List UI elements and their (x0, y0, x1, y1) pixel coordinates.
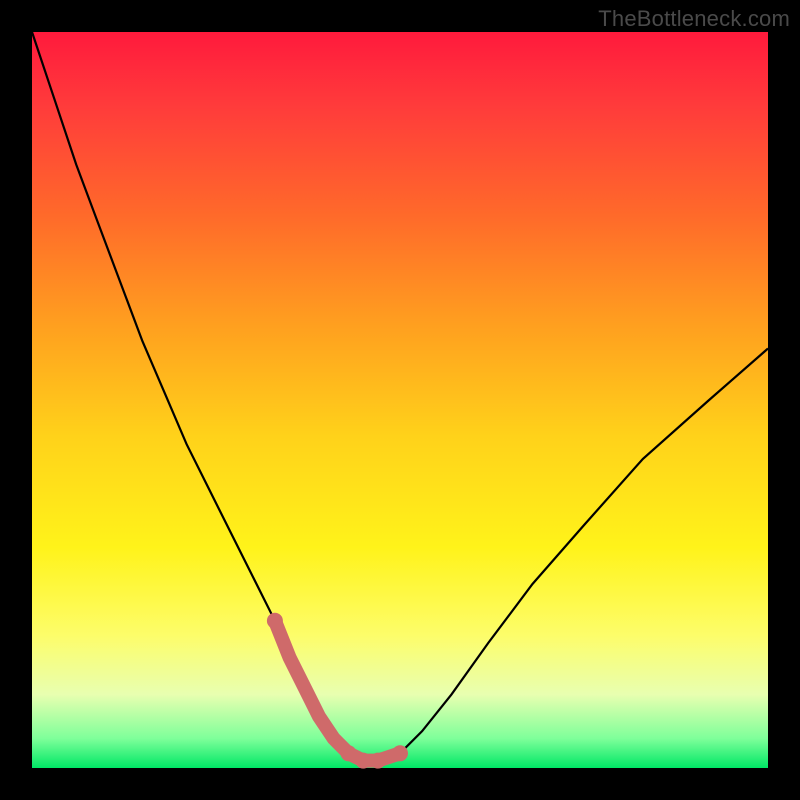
highlight-dot (392, 745, 408, 761)
watermark-text: TheBottleneck.com (598, 6, 790, 32)
curve-svg (32, 32, 768, 768)
highlight-dot (370, 753, 386, 769)
highlight-dot (341, 745, 357, 761)
bottleneck-highlight (275, 621, 400, 761)
plot-area (32, 32, 768, 768)
highlight-dot (267, 613, 283, 629)
bottleneck-curve (32, 32, 768, 761)
highlight-dot (355, 753, 371, 769)
chart-frame: TheBottleneck.com (0, 0, 800, 800)
